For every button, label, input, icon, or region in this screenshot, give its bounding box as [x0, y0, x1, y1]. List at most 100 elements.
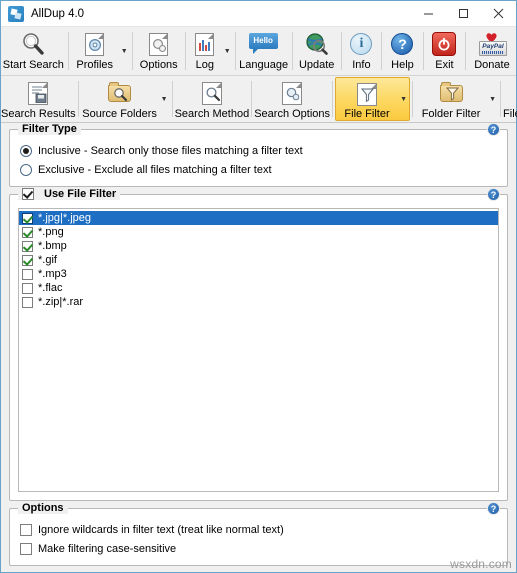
options-gears-icon	[149, 31, 169, 57]
tab-file-preview[interactable]: File Preview	[503, 76, 517, 122]
log-chart-document-icon	[195, 31, 215, 57]
chevron-down-icon[interactable]: ▼	[119, 27, 130, 75]
chevron-down-icon[interactable]: ▼	[398, 78, 409, 120]
radio-exclusive-icon[interactable]	[20, 163, 32, 176]
toolbar-separator	[500, 81, 502, 117]
tab-source-folders[interactable]: Source Folders	[81, 76, 159, 122]
list-item-label: *.zip|*.rar	[38, 296, 84, 308]
toolbar-button-donate[interactable]: PayPal Donate	[468, 27, 516, 75]
checkbox-option-case-sensitive[interactable]: Make filtering case-sensitive	[20, 539, 497, 558]
list-item[interactable]: *.zip|*.rar	[19, 295, 498, 309]
toolbar-button-help[interactable]: ? Help	[384, 27, 421, 75]
toolbar-button-info[interactable]: i Info	[344, 27, 379, 75]
checkbox-option-ignore-wildcards[interactable]: Ignore wildcards in filter text (treat l…	[20, 520, 497, 539]
window-controls	[411, 1, 516, 26]
chevron-down-icon[interactable]: ▼	[487, 76, 498, 122]
paypal-badge: PayPal	[482, 43, 504, 50]
tab-label: Folder Filter	[421, 108, 481, 120]
tab-label: Search Method	[174, 108, 250, 120]
ignore-wildcards-checkbox[interactable]	[20, 523, 32, 536]
case-sensitive-checkbox[interactable]	[20, 542, 32, 555]
toolbar-group-log: Log ▼	[188, 27, 233, 75]
chevron-down-icon[interactable]: ▼	[222, 27, 233, 75]
toolbar-button-update[interactable]: Update	[295, 27, 339, 75]
tab-search-results[interactable]: Search Results	[1, 76, 76, 122]
use-file-filter-title[interactable]: Use File Filter	[18, 188, 121, 200]
list-item-checkbox[interactable]	[22, 296, 33, 308]
globe-magnifier-icon	[304, 31, 329, 57]
list-item[interactable]: *.gif	[19, 253, 498, 267]
help-icon[interactable]: ?	[487, 123, 500, 136]
list-item[interactable]: *.png	[19, 225, 498, 239]
list-item-label: *.flac	[38, 282, 63, 294]
toolbar-separator	[171, 81, 173, 117]
options-group: Options ? Ignore wildcards in filter tex…	[9, 502, 508, 566]
paypal-heart-icon: PayPal	[477, 31, 507, 57]
minimize-icon[interactable]	[411, 1, 446, 26]
alldup-main-window: AllDup 4.0 Start Search Profiles ▼ Optio…	[0, 0, 517, 573]
toolbar-label: Start Search	[2, 59, 64, 71]
toolbar-button-log[interactable]: Log	[188, 27, 222, 75]
toolbar-button-options[interactable]: Options	[135, 27, 183, 75]
use-file-filter-group: Use File Filter ? *.jpg|*.jpeg *.png *.b…	[9, 188, 508, 501]
list-item[interactable]: *.jpg|*.jpeg	[19, 211, 498, 225]
list-item-checkbox[interactable]	[22, 226, 33, 238]
list-item-checkbox[interactable]	[22, 212, 33, 224]
primary-toolbar: Start Search Profiles ▼ Options Log ▼ He…	[1, 27, 516, 76]
toolbar-separator	[381, 32, 382, 70]
list-item[interactable]: *.flac	[19, 281, 498, 295]
toolbar-label: Options	[139, 59, 178, 71]
help-glyph: ?	[391, 33, 414, 55]
toolbar-button-start-search[interactable]: Start Search	[1, 27, 66, 75]
toolbar-separator	[131, 32, 133, 70]
list-item[interactable]: *.mp3	[19, 267, 498, 281]
list-item-checkbox[interactable]	[22, 254, 33, 266]
toolbar-separator	[77, 81, 79, 117]
tab-search-options[interactable]: Search Options	[254, 76, 330, 122]
info-glyph: i	[350, 33, 373, 55]
tab-file-filter[interactable]: File Filter	[336, 78, 398, 120]
file-filter-listbox[interactable]: *.jpg|*.jpeg *.png *.bmp *.gif *.mp3 *.f…	[18, 208, 499, 492]
info-circle-icon: i	[350, 31, 373, 57]
maximize-icon[interactable]	[446, 1, 481, 26]
folder-magnifier-icon	[108, 80, 132, 106]
document-save-icon	[28, 80, 49, 106]
help-icon[interactable]: ?	[487, 502, 500, 515]
power-off-icon	[432, 31, 457, 57]
secondary-toolbar: Search Results Source Folders ▼ Search M…	[1, 76, 517, 123]
radio-inclusive-icon[interactable]	[20, 144, 32, 157]
toolbar-separator	[251, 81, 253, 117]
list-item-checkbox[interactable]	[22, 240, 33, 252]
radio-option-inclusive[interactable]: Inclusive - Search only those files matc…	[20, 141, 497, 160]
list-item[interactable]: *.bmp	[19, 239, 498, 253]
toolbar-label: Exit	[435, 59, 454, 71]
filter-type-title: Filter Type	[18, 123, 81, 135]
toolbar-label: Help	[391, 59, 414, 71]
close-icon[interactable]	[481, 1, 516, 26]
tab-search-method[interactable]: Search Method	[174, 76, 250, 122]
list-item-checkbox[interactable]	[22, 282, 33, 294]
profiles-document-gear-icon	[85, 31, 105, 57]
toolbar-label: Log	[195, 59, 214, 71]
tab-group-source-folders: Source Folders ▼	[81, 76, 170, 122]
title-bar: AllDup 4.0	[1, 1, 516, 27]
filter-type-group: Filter Type ? Inclusive - Search only th…	[9, 123, 508, 187]
toolbar-label: Donate	[474, 59, 510, 71]
use-file-filter-checkbox[interactable]	[22, 188, 34, 200]
toolbar-button-language[interactable]: Hello Language	[238, 27, 290, 75]
radio-option-exclusive[interactable]: Exclusive - Exclude all files matching a…	[20, 160, 497, 179]
document-gears-icon	[282, 80, 303, 106]
toolbar-button-profiles[interactable]: Profiles	[71, 27, 119, 75]
hello-speech-bubble-icon: Hello	[248, 31, 279, 57]
toolbar-separator	[332, 81, 334, 117]
list-item-checkbox[interactable]	[22, 268, 33, 280]
toolbar-separator	[412, 81, 414, 117]
help-icon[interactable]: ?	[487, 188, 500, 201]
tab-label: Search Options	[254, 108, 331, 120]
radio-label: Exclusive - Exclude all files matching a…	[38, 163, 272, 176]
tab-folder-filter[interactable]: Folder Filter	[415, 76, 487, 122]
chevron-down-icon[interactable]: ▼	[159, 76, 170, 122]
tab-group-file-filter: File Filter ▼	[335, 77, 411, 121]
document-magnifier-icon	[201, 80, 222, 106]
toolbar-button-exit[interactable]: Exit	[426, 27, 463, 75]
